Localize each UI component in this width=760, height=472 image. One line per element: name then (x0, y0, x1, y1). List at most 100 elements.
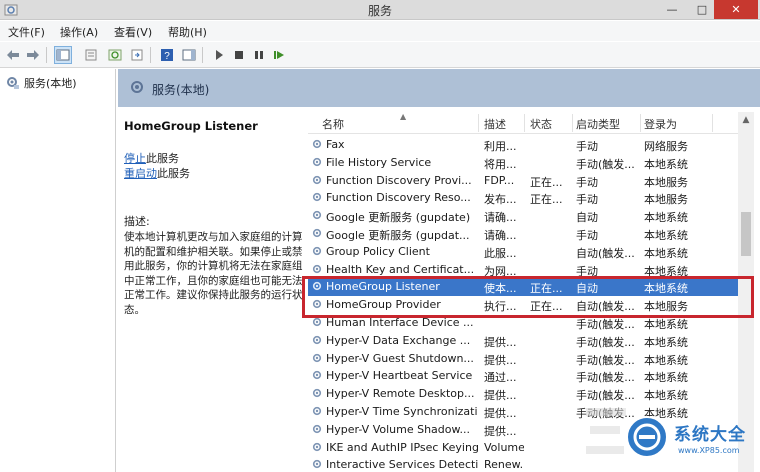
services-header-icon (131, 81, 143, 93)
service-gear-icon (312, 317, 322, 327)
menu-action[interactable]: 操作(A) (60, 24, 98, 40)
start-service-icon[interactable] (210, 46, 228, 64)
table-row[interactable]: HomeGroup Listener 使本... 正在... 自动 本地系统 (308, 278, 738, 297)
stop-link-suffix: 此服务 (146, 152, 179, 165)
service-startup-type: 手动(触发... (576, 318, 635, 331)
service-name: Health Key and Certificat... (326, 262, 475, 276)
column-header-row: 名称 ▲ 描述 状态 启动类型 登录为 (308, 112, 738, 134)
minimize-button[interactable]: — (658, 0, 686, 19)
service-startup-type: 手动 (576, 264, 598, 278)
show-console-tree-icon[interactable] (54, 46, 72, 64)
service-name: Hyper-V Heartbeat Service (326, 369, 473, 383)
restart-link-suffix: 此服务 (157, 167, 190, 180)
service-startup-type: 自动(触发... (576, 300, 635, 314)
service-gear-icon (312, 175, 322, 184)
service-description: 使本... (484, 282, 517, 296)
service-description: 提供... (484, 389, 517, 403)
maximize-button[interactable]: □ (688, 0, 716, 19)
table-row[interactable]: Google 更新服务 (gupdate) 请确... 自动 本地系统 (308, 207, 738, 225)
table-row[interactable]: Google 更新服务 (gupdat... 请确... 手动 本地系统 (308, 225, 738, 243)
table-row[interactable]: Group Policy Client 此服... 自动(触发... 本地系统 (308, 243, 738, 261)
restart-service-link[interactable]: 重启动 (124, 167, 157, 180)
watermark: 系统大全 www.XP85.com (586, 402, 760, 472)
toolbar: ? (0, 42, 760, 68)
service-gear-icon (312, 139, 322, 149)
service-gear-icon (312, 353, 322, 362)
column-header-startup-type[interactable]: 启动类型 (576, 116, 620, 132)
table-row[interactable]: Human Interface Device ... 手动(触发... 本地系统 (308, 314, 738, 332)
help-icon[interactable]: ? (158, 46, 176, 64)
service-log-on-as: 本地服务 (644, 300, 688, 314)
table-row[interactable]: Hyper-V Guest Shutdown... 提供... 手动(触发... 本地… (308, 350, 738, 368)
scrollbar-thumb[interactable] (741, 212, 751, 256)
sort-ascending-icon: ▲ (400, 112, 407, 121)
service-log-on-as: 本地系统 (644, 157, 688, 171)
table-row[interactable]: Function Discovery Reso... 发布... 正在... 手动 本地… (308, 189, 738, 207)
column-header-name[interactable]: 名称 (322, 116, 344, 132)
tree-item-services-local[interactable]: 服务(本地) (6, 75, 77, 91)
watermark-logo-icon (626, 416, 668, 458)
table-row[interactable]: Health Key and Certificat... 为网... 手动 本地系统 (308, 261, 738, 279)
service-startup-type: 手动(触发... (576, 353, 635, 367)
column-header-status[interactable]: 状态 (530, 116, 552, 132)
menu-help[interactable]: 帮助(H) (168, 24, 207, 40)
close-button[interactable]: ✕ (714, 0, 758, 19)
refresh-icon[interactable] (106, 46, 124, 64)
pane-header: 服务(本地) (118, 69, 760, 107)
service-gear-icon (312, 335, 322, 344)
table-row[interactable]: File History Service 将用... 手动(触发... 本地系统 (308, 154, 738, 172)
watermark-url: www.XP85.com (678, 446, 740, 455)
service-log-on-as: 本地服务 (644, 175, 688, 189)
service-startup-type: 手动(触发... (576, 371, 635, 385)
service-gear-icon (312, 157, 322, 166)
service-description: 利用... (484, 140, 517, 153)
service-gear-icon (312, 246, 322, 255)
export-list-icon[interactable] (128, 46, 146, 64)
properties-icon[interactable] (82, 46, 100, 64)
stop-service-link[interactable]: 停止 (124, 152, 146, 165)
column-header-log-on-as[interactable]: 登录为 (644, 116, 677, 132)
service-description: 执行... (484, 300, 517, 314)
service-description: FDP... (484, 173, 515, 187)
service-description: 请确... (484, 211, 517, 225)
table-row[interactable]: Hyper-V Data Exchange ... 提供... 手动(触发... 本地… (308, 332, 738, 350)
service-name: Hyper-V Remote Desktop... (326, 387, 475, 401)
title-bar: 服务 — □ ✕ (0, 0, 760, 20)
table-row[interactable]: Fax 利用... 手动 网络服务 (308, 136, 738, 154)
service-name: Google 更新服务 (gupdate) (326, 211, 471, 225)
service-name: Google 更新服务 (gupdat... (326, 229, 470, 242)
table-row[interactable]: Hyper-V Remote Desktop... 提供... 手动(触发... 本地… (308, 385, 738, 403)
pause-service-icon[interactable] (250, 46, 268, 64)
service-log-on-as: 本地服务 (644, 193, 688, 207)
back-arrow-icon[interactable] (4, 46, 22, 64)
table-row[interactable]: HomeGroup Provider 执行... 正在... 自动(触发... 本地服务 (308, 296, 738, 314)
watermark-text: 系统大全 (674, 425, 746, 445)
service-gear-icon (312, 264, 322, 273)
show-action-pane-icon[interactable] (180, 46, 198, 64)
service-gear-icon (312, 193, 322, 202)
service-startup-type: 自动(触发... (576, 246, 635, 260)
service-gear-icon (312, 228, 322, 238)
description-label: 描述: (124, 215, 150, 228)
service-description: 提供... (484, 335, 517, 349)
menu-view[interactable]: 查看(V) (114, 24, 152, 40)
service-log-on-as: 本地系统 (644, 264, 688, 278)
service-gear-icon (312, 406, 322, 416)
forward-arrow-icon[interactable] (24, 46, 42, 64)
menu-file[interactable]: 文件(F) (8, 24, 45, 40)
pane-title: 服务(本地) (152, 83, 210, 97)
table-row[interactable]: Function Discovery Provi... FDP... 正在... 手动… (308, 172, 738, 190)
service-gear-icon (312, 371, 322, 380)
column-header-description[interactable]: 描述 (484, 116, 506, 132)
table-row[interactable]: Hyper-V Heartbeat Service 通过... 手动(触发... 本地… (308, 367, 738, 385)
service-startup-type: 手动 (576, 140, 598, 153)
service-description: Volume... (484, 440, 524, 454)
scroll-up-arrow-icon[interactable]: ▲ (738, 112, 754, 128)
service-log-on-as: 本地系统 (644, 371, 688, 385)
restart-service-icon[interactable] (270, 46, 288, 64)
service-name: File History Service (326, 155, 432, 169)
service-log-on-as: 本地系统 (644, 211, 688, 225)
service-status: 正在... (530, 300, 563, 314)
service-name: Function Discovery Reso... (326, 191, 471, 205)
stop-service-icon[interactable] (230, 46, 248, 64)
